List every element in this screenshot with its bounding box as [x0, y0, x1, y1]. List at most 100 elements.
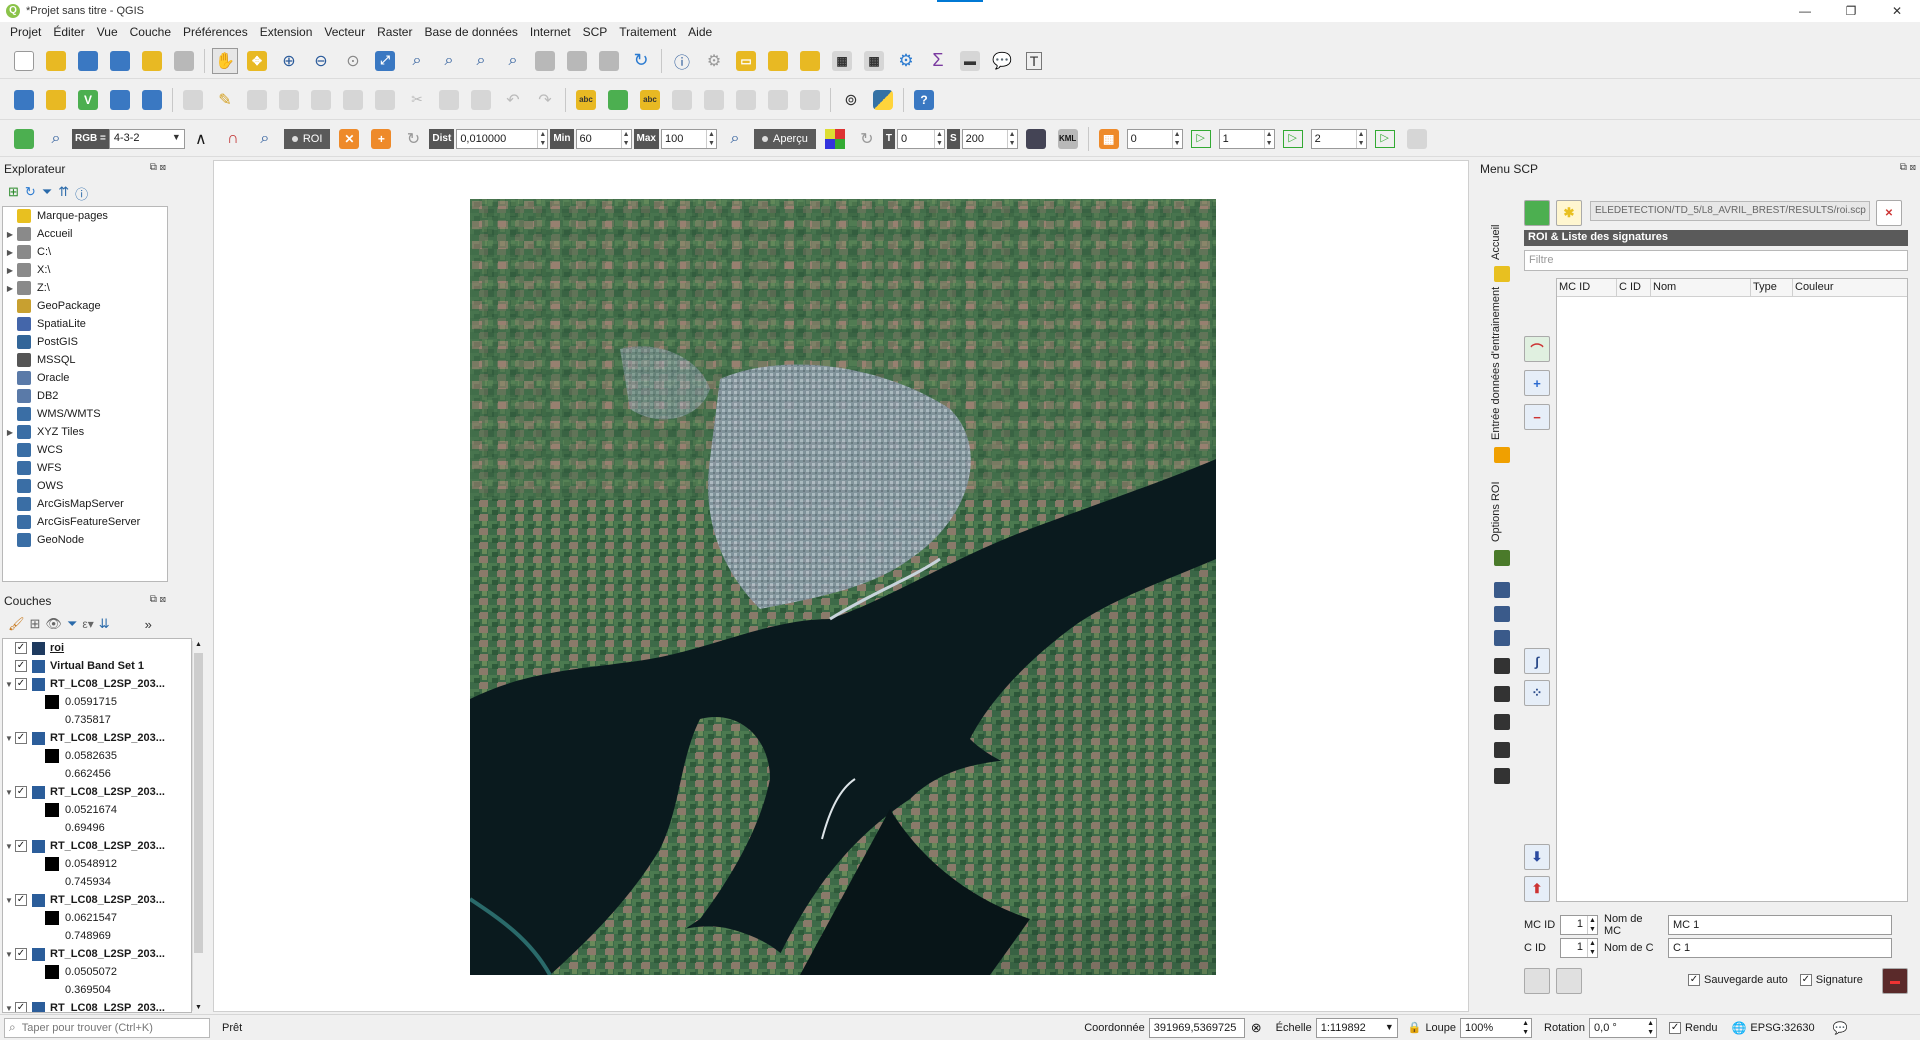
explorer-item[interactable]: OWS: [3, 477, 167, 495]
classification-preview-button[interactable]: [822, 126, 848, 152]
collapse-all-icon[interactable]: ⇈: [58, 184, 69, 203]
new-map-view-button[interactable]: [532, 48, 558, 74]
scp-tool-icon-3[interactable]: [1494, 630, 1510, 646]
float-panel-icon[interactable]: ⧉: [1900, 162, 1907, 173]
label-tool-button[interactable]: abc: [573, 87, 599, 113]
menu-item-12[interactable]: Aide: [682, 25, 718, 39]
rotate-label-button[interactable]: [733, 87, 759, 113]
layer-row[interactable]: ▼ ✓ RT_LC08_L2SP_203...: [3, 999, 191, 1012]
explorer-item[interactable]: DB2: [3, 387, 167, 405]
satellite-image[interactable]: [470, 199, 1216, 975]
scatter-plot-button[interactable]: ⁘: [1524, 680, 1550, 706]
select-value-button[interactable]: [765, 48, 791, 74]
tab-accueil[interactable]: Accueil: [1490, 225, 1502, 260]
mc-name-input[interactable]: MC 1: [1668, 915, 1892, 935]
cut-button[interactable]: ✂: [404, 87, 430, 113]
layers-scrollbar[interactable]: ▲ ▼: [192, 641, 204, 1011]
open-project-button[interactable]: [43, 48, 69, 74]
col-mc-id[interactable]: MC ID: [1557, 279, 1617, 296]
s-input[interactable]: 200 ▲ ▼: [961, 128, 1018, 149]
explorer-item[interactable]: MSSQL: [3, 351, 167, 369]
band-input-2[interactable]: 1 ▲ ▼: [1218, 128, 1275, 149]
copy-button[interactable]: [436, 87, 462, 113]
zoom-preview-button[interactable]: ⌕: [722, 126, 748, 152]
delete-selected-button[interactable]: [372, 87, 398, 113]
export-signatures-button[interactable]: ⬆: [1524, 876, 1550, 902]
new-bookmark-button[interactable]: [564, 48, 590, 74]
t-input[interactable]: 0 ▲ ▼: [896, 128, 945, 149]
explorer-item[interactable]: Marque-pages: [3, 207, 167, 225]
explorer-item[interactable]: ▶ Accueil: [3, 225, 167, 243]
render-checkbox[interactable]: ✓: [1669, 1021, 1682, 1034]
toggle-editing-button[interactable]: ✎: [212, 87, 238, 113]
import-signatures-button[interactable]: ⬇: [1524, 844, 1550, 870]
explorer-item[interactable]: ▶ Z:\: [3, 279, 167, 297]
create-roi-button[interactable]: ✕: [336, 126, 362, 152]
expand-arrow-icon[interactable]: ▶: [3, 266, 17, 275]
statistics-button[interactable]: Σ: [925, 48, 951, 74]
explorer-item[interactable]: ArcGisMapServer: [3, 495, 167, 513]
band-input-3[interactable]: 2 ▲ ▼: [1310, 128, 1367, 149]
save-roi-signature-button[interactable]: ▬: [1882, 968, 1908, 994]
zoom-next-button[interactable]: ⌕: [500, 48, 526, 74]
close-button[interactable]: ✕: [1874, 0, 1920, 22]
crs-globe-icon[interactable]: 🌐: [1731, 1021, 1746, 1035]
layer-row[interactable]: ✓ Virtual Band Set 1: [3, 657, 191, 675]
layer-row[interactable]: ▼ ✓ RT_LC08_L2SP_203...: [3, 783, 191, 801]
actions-button[interactable]: ⚙: [701, 48, 727, 74]
add-group-icon[interactable]: ⊞: [30, 616, 41, 632]
layer-visibility-checkbox[interactable]: ✓: [15, 840, 27, 852]
local-std-stretch-button[interactable]: ∩: [220, 126, 246, 152]
spectral-plot-button[interactable]: ⌒: [1524, 336, 1550, 362]
layer-row[interactable]: ▼ ✓ RT_LC08_L2SP_203...: [3, 891, 191, 909]
mc-id-input[interactable]: 1 ▲ ▼: [1560, 915, 1598, 935]
float-panel-icon[interactable]: ⧉: [150, 594, 157, 605]
menu-item-0[interactable]: Projet: [4, 25, 47, 39]
zoom-layer-button[interactable]: ⌕: [436, 48, 462, 74]
magnifier-input[interactable]: 100% ▲ ▼: [1460, 1017, 1533, 1038]
redo-button[interactable]: ↷: [532, 87, 558, 113]
delete-signature-button[interactable]: −: [1524, 404, 1550, 430]
scp-band-calc-icon[interactable]: [1494, 768, 1510, 784]
add-feature-button[interactable]: [276, 87, 302, 113]
layer-visibility-checkbox[interactable]: ✓: [15, 1002, 27, 1012]
scp-zoom-input-button[interactable]: ⌕: [43, 126, 69, 152]
expand-arrow-icon[interactable]: ▶: [3, 428, 17, 437]
col-nom[interactable]: Nom: [1651, 279, 1751, 296]
print-layout-button[interactable]: [139, 48, 165, 74]
collapse-arrow-icon[interactable]: ▼: [3, 950, 15, 959]
new-shapefile-button[interactable]: V: [75, 87, 101, 113]
attribute-table-button[interactable]: ▦: [829, 48, 855, 74]
locator-search[interactable]: ⌕ Taper pour trouver (Ctrl+K): [4, 1017, 210, 1038]
show-bookmarks-button[interactable]: [596, 48, 622, 74]
explorer-item[interactable]: PostGIS: [3, 333, 167, 351]
merge-signatures-button[interactable]: +: [1524, 370, 1550, 396]
modify-attributes-button[interactable]: [340, 87, 366, 113]
scp-tool-icon-2[interactable]: [1494, 606, 1510, 622]
pan-tool-button[interactable]: ✋: [212, 47, 238, 74]
roi-toggle[interactable]: ROI: [283, 128, 331, 149]
max-input[interactable]: 100 ▲ ▼: [660, 128, 717, 149]
scroll-up-icon[interactable]: ▲: [193, 641, 204, 648]
save-as-button[interactable]: [107, 48, 133, 74]
save-project-button[interactable]: [75, 48, 101, 74]
reset-training-button[interactable]: ✕: [1876, 200, 1902, 226]
zoom-in-button[interactable]: ⊕: [276, 48, 302, 74]
menu-item-10[interactable]: SCP: [577, 25, 614, 39]
identify-button[interactable]: ⓘ: [669, 48, 695, 74]
region-growing-button[interactable]: +: [368, 126, 394, 152]
local-cumulative-stretch-button[interactable]: ∧: [188, 126, 214, 152]
spectral-plot-2-button[interactable]: ∫: [1524, 648, 1550, 674]
kml-button[interactable]: KML: [1055, 126, 1081, 152]
col-type[interactable]: Type: [1751, 279, 1793, 296]
explorer-item[interactable]: ▶ C:\: [3, 243, 167, 261]
zoom-selection-button[interactable]: ⌕: [404, 48, 430, 74]
change-label-button[interactable]: [765, 87, 791, 113]
layer-visibility-checkbox[interactable]: ✓: [15, 660, 27, 672]
layer-row[interactable]: ▼ ✓ RT_LC08_L2SP_203...: [3, 837, 191, 855]
signature-table[interactable]: MC ID C ID Nom Type Couleur: [1556, 278, 1908, 902]
vertex-tool-button[interactable]: [308, 87, 334, 113]
layer-visibility-checkbox[interactable]: ✓: [15, 732, 27, 744]
minimize-button[interactable]: —: [1782, 0, 1828, 22]
explorer-item[interactable]: SpatiaLite: [3, 315, 167, 333]
